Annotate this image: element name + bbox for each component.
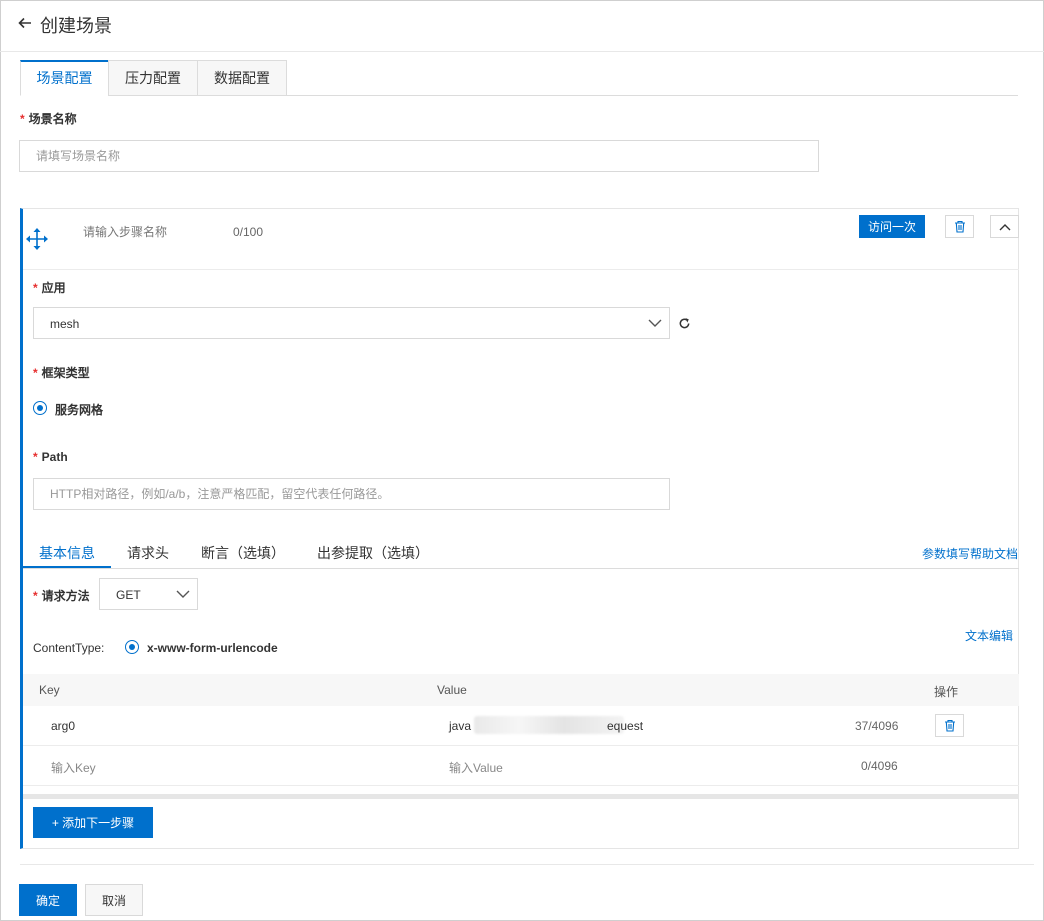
params-table: Key Value 操作 arg0 java equest 37/4096 输入…	[23, 674, 1019, 794]
tab-basic-info[interactable]: 基本信息	[39, 543, 95, 563]
column-value: Value	[437, 683, 467, 697]
scene-name-label: * 场景名称	[20, 110, 77, 127]
move-icon[interactable]	[25, 227, 49, 251]
method-label: * 请求方法	[33, 587, 90, 604]
column-key: Key	[39, 683, 60, 697]
table-horizontal-scrollbar[interactable]	[23, 794, 1019, 799]
required-mark: *	[33, 366, 38, 380]
required-mark: *	[33, 450, 38, 464]
new-value-count: 0/4096	[861, 759, 898, 773]
method-select-value: GET	[116, 588, 141, 602]
top-tabs: 场景配置 压力配置 数据配置	[20, 60, 1018, 96]
app-label-text: 应用	[41, 281, 66, 295]
trash-icon	[954, 220, 965, 233]
refresh-icon[interactable]	[678, 317, 691, 330]
framework-label: * 框架类型	[33, 364, 90, 381]
row-key-input[interactable]: arg0	[51, 719, 75, 733]
content-type-option-label: x-www-form-urlencode	[147, 641, 278, 655]
table-new-row: 输入Key 输入Value 0/4096	[23, 746, 1019, 786]
new-key-input[interactable]: 输入Key	[51, 759, 96, 776]
framework-label-text: 框架类型	[41, 366, 90, 380]
column-ops: 操作	[934, 685, 959, 699]
step-header: 0/100 访问一次	[23, 209, 1019, 270]
active-tab-indicator	[23, 566, 111, 568]
row-value-suffix[interactable]: equest	[607, 719, 643, 733]
step-name-input[interactable]	[81, 221, 231, 243]
framework-radio-service-mesh[interactable]	[33, 401, 47, 415]
redacted-value-mask	[474, 716, 624, 734]
tab-scene-config[interactable]: 场景配置	[20, 60, 109, 96]
chevron-up-icon	[999, 223, 1010, 230]
footer-divider	[20, 864, 1034, 865]
app-select-value: mesh	[50, 317, 80, 331]
content-type-radio-urlencode[interactable]	[125, 640, 139, 654]
required-mark: *	[33, 281, 38, 295]
chevron-down-icon	[648, 319, 662, 327]
request-sub-tabs: 基本信息 请求头 断言（选填） 出参提取（选填）	[23, 535, 1019, 569]
page-title: 创建场景	[40, 16, 112, 36]
method-select[interactable]: GET	[99, 578, 198, 610]
row-value-count: 37/4096	[855, 719, 899, 733]
confirm-button[interactable]: 确定	[19, 884, 77, 916]
delete-step-button[interactable]	[945, 215, 974, 238]
text-edit-link[interactable]: 文本编辑	[965, 627, 1013, 644]
scene-name-input[interactable]	[19, 140, 819, 172]
param-help-link[interactable]: 参数填写帮助文档	[922, 545, 1018, 562]
content-type-label: ContentType:	[33, 641, 105, 655]
tab-data-config[interactable]: 数据配置	[197, 60, 287, 96]
step-card: 0/100 访问一次 *应用 mesh *框架类型 服务网格 *Path	[20, 208, 1019, 849]
table-header: Key Value 操作	[23, 674, 1019, 706]
path-label: * Path	[33, 450, 68, 464]
path-label-text: Path	[41, 450, 68, 464]
tab-request-headers[interactable]: 请求头	[127, 543, 169, 563]
collapse-step-button[interactable]	[990, 215, 1019, 238]
framework-option-label: 服务网格	[55, 403, 104, 417]
cancel-button[interactable]: 取消	[85, 884, 143, 916]
tab-assertions[interactable]: 断言（选填）	[201, 543, 285, 563]
delete-row-button[interactable]	[935, 714, 964, 737]
required-mark: *	[20, 112, 25, 126]
app-label: * 应用	[33, 279, 66, 296]
app-select[interactable]: mesh	[33, 307, 670, 339]
table-row: arg0 java equest 37/4096	[23, 706, 1019, 746]
add-next-step-button[interactable]: + 添加下一步骤	[33, 807, 153, 838]
visit-once-button[interactable]: 访问一次	[859, 215, 925, 238]
row-value-prefix[interactable]: java	[449, 719, 471, 733]
step-name-count: 0/100	[233, 225, 264, 239]
tab-pressure-config[interactable]: 压力配置	[108, 60, 198, 96]
trash-icon	[944, 719, 955, 732]
new-value-input[interactable]: 输入Value	[449, 759, 503, 776]
required-mark: *	[33, 589, 38, 603]
chevron-down-icon	[176, 590, 190, 598]
path-input[interactable]	[33, 478, 670, 510]
page-header: 创建场景	[0, 0, 1044, 52]
method-label-text: 请求方法	[41, 589, 90, 603]
arrow-left-icon[interactable]	[18, 16, 32, 30]
scene-name-label-text: 场景名称	[28, 112, 77, 126]
tab-output-extraction[interactable]: 出参提取（选填）	[317, 543, 429, 563]
